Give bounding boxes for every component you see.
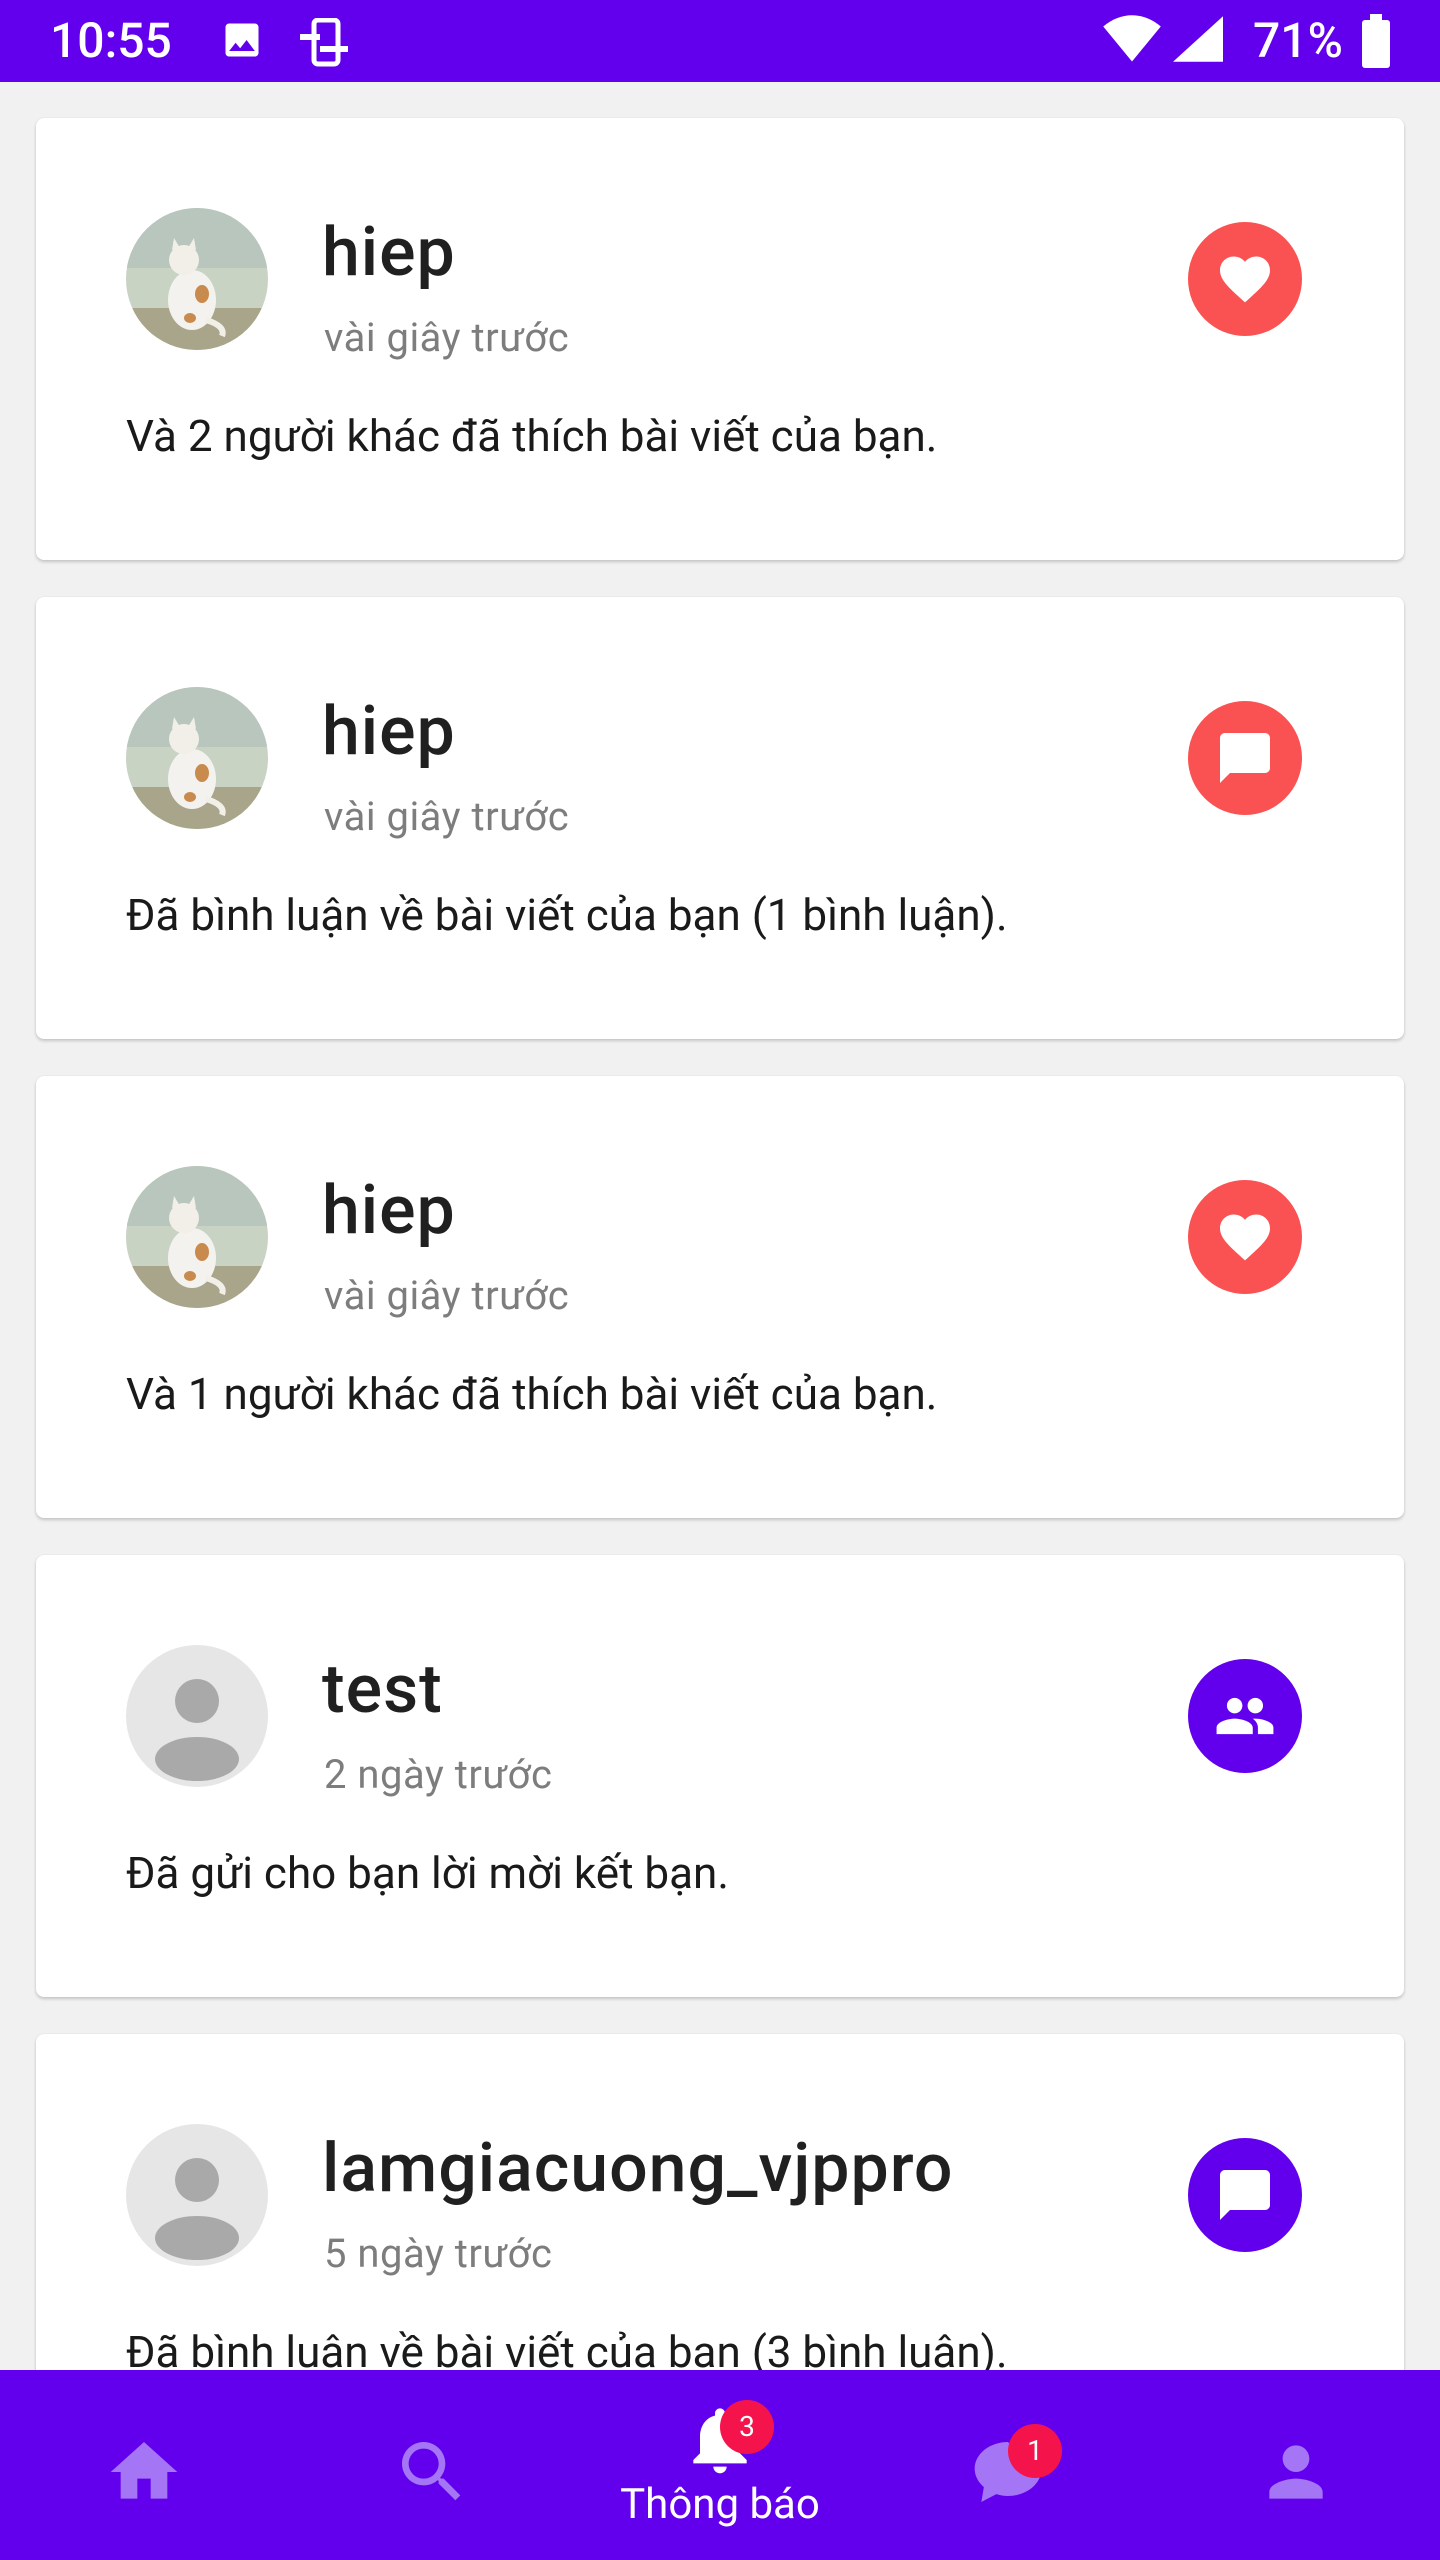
notification-count-badge: 3 (720, 2400, 774, 2454)
notification-time: vài giây trước (324, 314, 570, 361)
search-icon[interactable] (392, 2432, 472, 2512)
notification-list[interactable]: hiep vài giây trước Và 2 người khác đã t… (0, 82, 1440, 2370)
notification-message: Đã gửi cho bạn lời mời kết bạn. (126, 1847, 729, 1899)
avatar[interactable] (126, 687, 268, 829)
status-time: 10:55 (50, 12, 172, 69)
nav-messages[interactable]: 1 (864, 2370, 1152, 2560)
notification-username[interactable]: hiep (322, 212, 456, 292)
notification-time: vài giây trước (324, 793, 570, 840)
heart-icon (1220, 256, 1270, 303)
heart-icon (1220, 1214, 1270, 1261)
notification-username[interactable]: hiep (322, 691, 456, 771)
nav-notifications-label[interactable]: Thông báo (576, 2480, 864, 2529)
notification-username[interactable]: hiep (322, 1170, 456, 1250)
friend-request-badge (1188, 1659, 1302, 1773)
notification-username[interactable]: lamgiacuong_vjppro (322, 2128, 954, 2208)
notification-message: Đã bình luận về bài viết của bạn (3 bình… (126, 2326, 1008, 2370)
avatar[interactable] (126, 1166, 268, 1308)
notification-card[interactable]: hiep vài giây trước Và 2 người khác đã t… (36, 118, 1404, 560)
like-badge (1188, 1180, 1302, 1294)
avatar[interactable] (126, 2124, 268, 2266)
notification-card[interactable]: lamgiacuong_vjppro 5 ngày trước Đã bình … (36, 2034, 1404, 2370)
wifi-icon: x (1103, 14, 1161, 62)
notification-message: Và 1 người khác đã thích bài viết của bạ… (126, 1368, 938, 1420)
comment-icon (1220, 733, 1270, 783)
nav-search[interactable] (288, 2370, 576, 2560)
comment-badge (1188, 701, 1302, 815)
message-count-badge: 1 (1008, 2424, 1062, 2478)
notification-message: Và 2 người khác đã thích bài viết của bạ… (126, 410, 938, 462)
avatar[interactable] (126, 1645, 268, 1787)
notification-card[interactable]: hiep vài giây trước Đã bình luận về bài … (36, 597, 1404, 1039)
nav-notifications[interactable]: 3 Thông báo (576, 2370, 864, 2560)
notification-username[interactable]: test (322, 1649, 443, 1729)
notification-time: 5 ngày trước (324, 2230, 553, 2277)
svg-text:x: x (1142, 14, 1151, 33)
status-bar: 10:55 x 71% (0, 0, 1440, 82)
bottom-navigation: 3 Thông báo 1 (0, 2370, 1440, 2560)
comment-badge (1188, 2138, 1302, 2252)
avatar[interactable] (126, 208, 268, 350)
notification-card[interactable]: hiep vài giây trước Và 1 người khác đã t… (36, 1076, 1404, 1518)
notification-card[interactable]: test 2 ngày trước Đã gửi cho bạn lời mời… (36, 1555, 1404, 1997)
nav-home[interactable] (0, 2370, 288, 2560)
battery-percent: 71% (1253, 12, 1343, 69)
people-icon (1216, 1697, 1274, 1735)
comment-icon (1220, 2170, 1270, 2220)
screencast-icon (300, 18, 348, 67)
nav-profile[interactable] (1152, 2370, 1440, 2560)
home-icon[interactable] (104, 2432, 184, 2512)
notification-message: Đã bình luận về bài viết của bạn (1 bình… (126, 889, 1008, 941)
notification-time: vài giây trước (324, 1272, 570, 1319)
image-icon (225, 23, 259, 57)
battery-icon (1362, 14, 1390, 68)
person-icon[interactable] (1256, 2432, 1336, 2512)
signal-icon (1173, 16, 1223, 62)
like-badge (1188, 222, 1302, 336)
notification-time: 2 ngày trước (324, 1751, 553, 1798)
